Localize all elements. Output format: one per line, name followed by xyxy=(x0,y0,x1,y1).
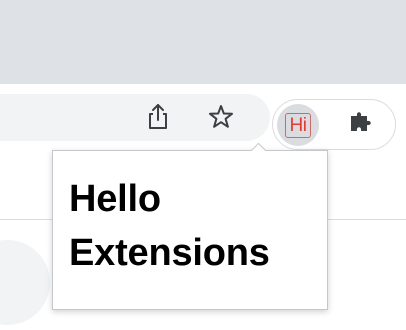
tab-strip xyxy=(0,0,406,84)
hello-extension-button[interactable]: Hi xyxy=(277,104,319,146)
extensions-menu-button[interactable] xyxy=(345,106,377,138)
bookmark-button[interactable] xyxy=(205,101,237,133)
hello-extension-icon: Hi xyxy=(285,112,311,138)
page-placeholder xyxy=(0,240,50,325)
popup-heading: Hello Extensions xyxy=(69,178,270,274)
star-icon xyxy=(207,103,235,131)
browser-toolbar: Hi xyxy=(0,84,406,154)
browser-window: Hi Hello Extensions xyxy=(0,0,406,330)
extension-popup: Hello Extensions xyxy=(52,150,328,310)
puzzle-icon xyxy=(346,107,376,137)
share-button[interactable] xyxy=(142,101,174,133)
share-icon xyxy=(146,103,170,131)
